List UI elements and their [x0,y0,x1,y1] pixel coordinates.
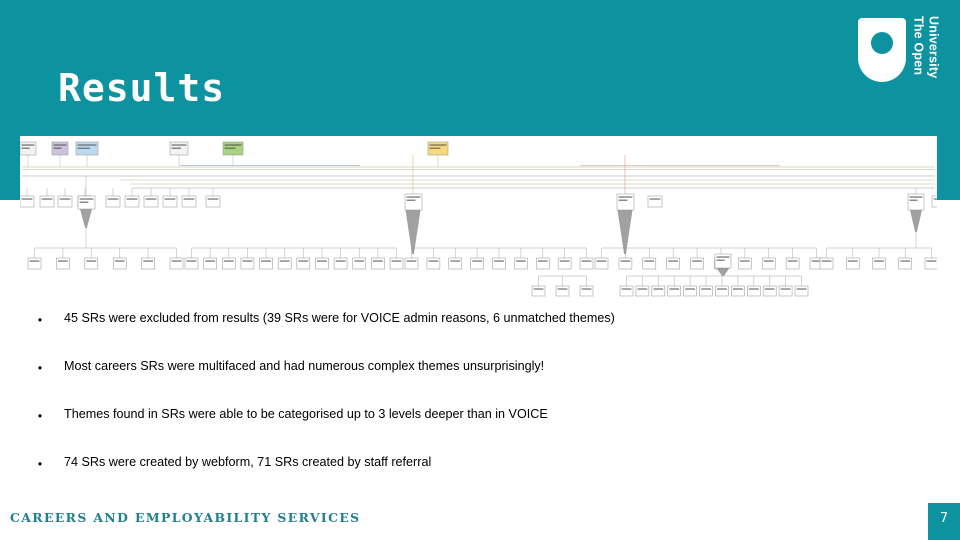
list-item: • Most careers SRs were multifaced and h… [36,354,916,402]
footer-label: CAREERS AND EMPLOYABILITY SERVICES [10,510,361,525]
page-number-badge: 7 [928,503,960,540]
bullet-marker: • [37,457,43,471]
bullet-text: 74 SRs were created by webform, 71 SRs c… [64,455,432,469]
bullet-text: 45 SRs were excluded from results (39 SR… [64,311,615,325]
bullet-text: Themes found in SRs were able to be cate… [64,407,548,421]
list-item: • 74 SRs were created by webform, 71 SRs… [36,450,916,498]
theme-hierarchy-diagram [20,136,937,300]
bullet-list: • 45 SRs were excluded from results (39 … [36,306,916,498]
bullet-marker: • [37,313,43,327]
list-item: • Themes found in SRs were able to be ca… [36,402,916,450]
bullet-marker: • [37,409,43,423]
logo-line-1: The Open [911,16,926,76]
list-item: • 45 SRs were excluded from results (39 … [36,306,916,354]
open-university-logo: The Open University [854,8,952,92]
shield-icon [858,18,906,82]
diagram-svg [20,136,937,300]
page-number: 7 [940,511,948,526]
slide-root: Results The Open University • 45 SRs wer… [0,0,960,540]
logo-line-2: University [926,16,941,79]
bullet-marker: • [37,361,43,375]
page-title: Results [58,66,226,110]
logo-text: The Open University [910,16,954,90]
bullet-text: Most careers SRs were multifaced and had… [64,359,545,373]
